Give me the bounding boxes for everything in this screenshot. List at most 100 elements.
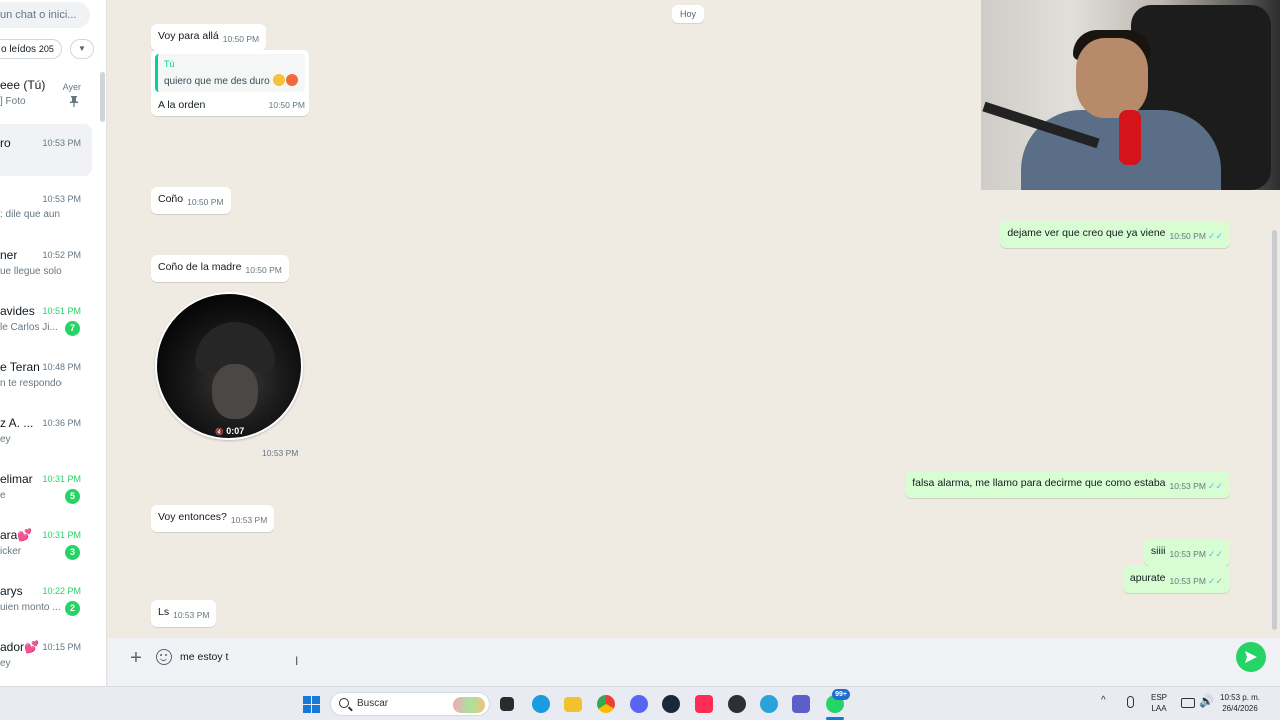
discord-icon[interactable] [630,695,648,713]
message-time: 10:53 PM [173,610,210,620]
video-note-message[interactable]: 🔇 0:07 [155,292,303,440]
incoming-message[interactable]: Ls 10:53 PM [151,600,217,627]
teams-icon[interactable] [792,695,810,713]
chat-name: ador💕 [0,640,39,654]
chat-time: 10:51 PM [42,306,81,316]
telegram-icon[interactable] [760,695,778,713]
text-cursor-icon: I [295,654,299,668]
message-composer: + I [108,638,1280,686]
chat-list-item[interactable]: avides 10:51 PM le Carlos Ji... 7 [0,304,92,358]
message-text: Coño [158,193,184,205]
chat-name: z A. ... [0,416,34,430]
incoming-message[interactable]: Coño 10:50 PM [151,187,231,214]
volume-icon[interactable]: 🔊 [1199,694,1214,708]
chat-list-item[interactable]: ner 10:52 PM ue llegue solo [0,248,92,302]
chat-list-item[interactable]: elimar 10:31 PM e 5 [0,472,92,526]
chat-preview: ey [0,434,11,445]
outgoing-message[interactable]: dejame ver que creo que ya viene 10:50 PM… [1000,221,1230,248]
send-button[interactable] [1236,642,1266,672]
task-view-icon[interactable] [500,697,514,711]
chat-name: e Teran [0,360,40,374]
chat-name: avides [0,304,35,318]
message-time: 10:50 PM [268,100,305,110]
unread-badge: 2 [65,601,80,616]
read-receipt-icon: ✓✓ [1207,576,1223,586]
chat-list-item-active[interactable]: ro 10:53 PM [0,124,92,176]
chat-list-item[interactable]: arys 10:22 PM uien monto ... 2 [0,584,92,638]
network-icon[interactable] [1181,698,1195,708]
chat-list-item[interactable]: ara💕 10:31 PM icker 3 [0,528,92,582]
language-indicator[interactable]: ESP LAA [1151,692,1167,714]
sticker-icon[interactable] [156,649,172,665]
chat-name: ro [0,136,11,150]
chevron-down-icon[interactable]: ▼ [70,39,94,59]
message-time: 10:53 PM [1169,549,1206,559]
microphone-icon[interactable] [1127,696,1134,708]
taskbar-search-box[interactable]: Buscar [330,692,490,716]
send-icon [1245,651,1257,663]
message-text: Voy para allá [158,30,219,42]
chat-list-item[interactable]: ador💕 10:15 PM ey [0,640,92,686]
webcam-microphone [1119,110,1141,165]
chat-name: arys [0,584,23,598]
sidebar-scrollbar[interactable] [100,72,105,122]
windows-icon[interactable] [303,696,320,713]
conversation-scrollbar[interactable] [1272,230,1277,630]
unread-badge: 5 [65,489,80,504]
chat-time: 10:31 PM [42,530,81,540]
outgoing-message[interactable]: siiii 10:53 PM ✓✓ [1143,539,1230,566]
taskbar-search-label: Buscar [357,698,389,709]
day-separator: Hoy [672,5,705,23]
chrome-icon[interactable] [597,695,615,713]
search-icon [339,698,349,708]
chat-preview: ey [0,658,11,669]
webcam-overlay [981,0,1280,190]
incoming-message[interactable]: Voy para allá 10:50 PM [151,24,267,51]
video-duration: 🔇 0:07 [215,426,245,436]
chevron-up-icon[interactable]: ^ [1101,695,1106,706]
chat-name: ner [0,248,18,262]
video-thumbnail-face [212,364,258,419]
chat-list-item[interactable]: 10:53 PM : dile que aun ... [0,192,92,246]
tiktok-icon[interactable] [695,695,713,713]
message-input[interactable] [180,646,1220,668]
file-explorer-icon[interactable] [564,697,582,712]
notification-badge: 99+ [832,689,850,700]
chat-preview: le Carlos Ji... [0,322,58,333]
system-clock[interactable]: 10:53 p. m. 26/4/2026 [1220,692,1260,714]
quote-author: Tú [164,59,175,69]
incoming-reply-message[interactable]: Tú quiero que me des duro A la orden 10:… [151,50,309,116]
unread-badge: 7 [65,321,80,336]
filter-count: 205 [38,44,54,54]
chat-list-item[interactable]: e Teran 10:48 PM n te respondooo [0,360,92,414]
incoming-message[interactable]: Voy entonces? 10:53 PM [151,505,275,532]
obs-icon[interactable] [728,695,746,713]
plus-icon[interactable]: + [126,647,146,670]
search-input[interactable]: un chat o inici... [0,2,90,28]
filter-label: o leídos [1,44,37,55]
outgoing-message[interactable]: apurate 10:53 PM ✓✓ [1122,566,1230,593]
steam-icon[interactable] [662,695,680,713]
unread-filter-chip[interactable]: o leídos 205 [0,39,62,59]
language-line1: ESP [1151,693,1168,702]
message-text: siiii [1150,545,1166,557]
chat-list-item[interactable]: z A. ... 10:36 PM ey [0,416,92,470]
quoted-message[interactable]: Tú quiero que me des duro [155,54,305,92]
chat-preview: e [0,490,6,501]
message-text: A la orden [158,99,206,111]
incoming-message[interactable]: Coño de la madre 10:50 PM [151,255,289,282]
chat-name: ara💕 [0,528,33,542]
message-time: 10:53 PM [262,448,299,458]
message-text: dejame ver que creo que ya viene [1007,227,1166,239]
message-time: 10:50 PM [245,265,282,275]
chat-time: 10:15 PM [42,642,81,652]
muted-icon: 🔇 [215,429,224,436]
message-time: 10:53 PM [1169,576,1206,586]
chat-time: 10:48 PM [42,362,81,372]
chat-name: elimar [0,472,33,486]
chat-time: 10:22 PM [42,586,81,596]
chat-time: Ayer [62,82,81,92]
clock-time: 10:53 p. m. [1220,693,1261,702]
edge-icon[interactable] [532,695,550,713]
outgoing-message[interactable]: falsa alarma, me llamo para decirme que … [905,471,1230,498]
